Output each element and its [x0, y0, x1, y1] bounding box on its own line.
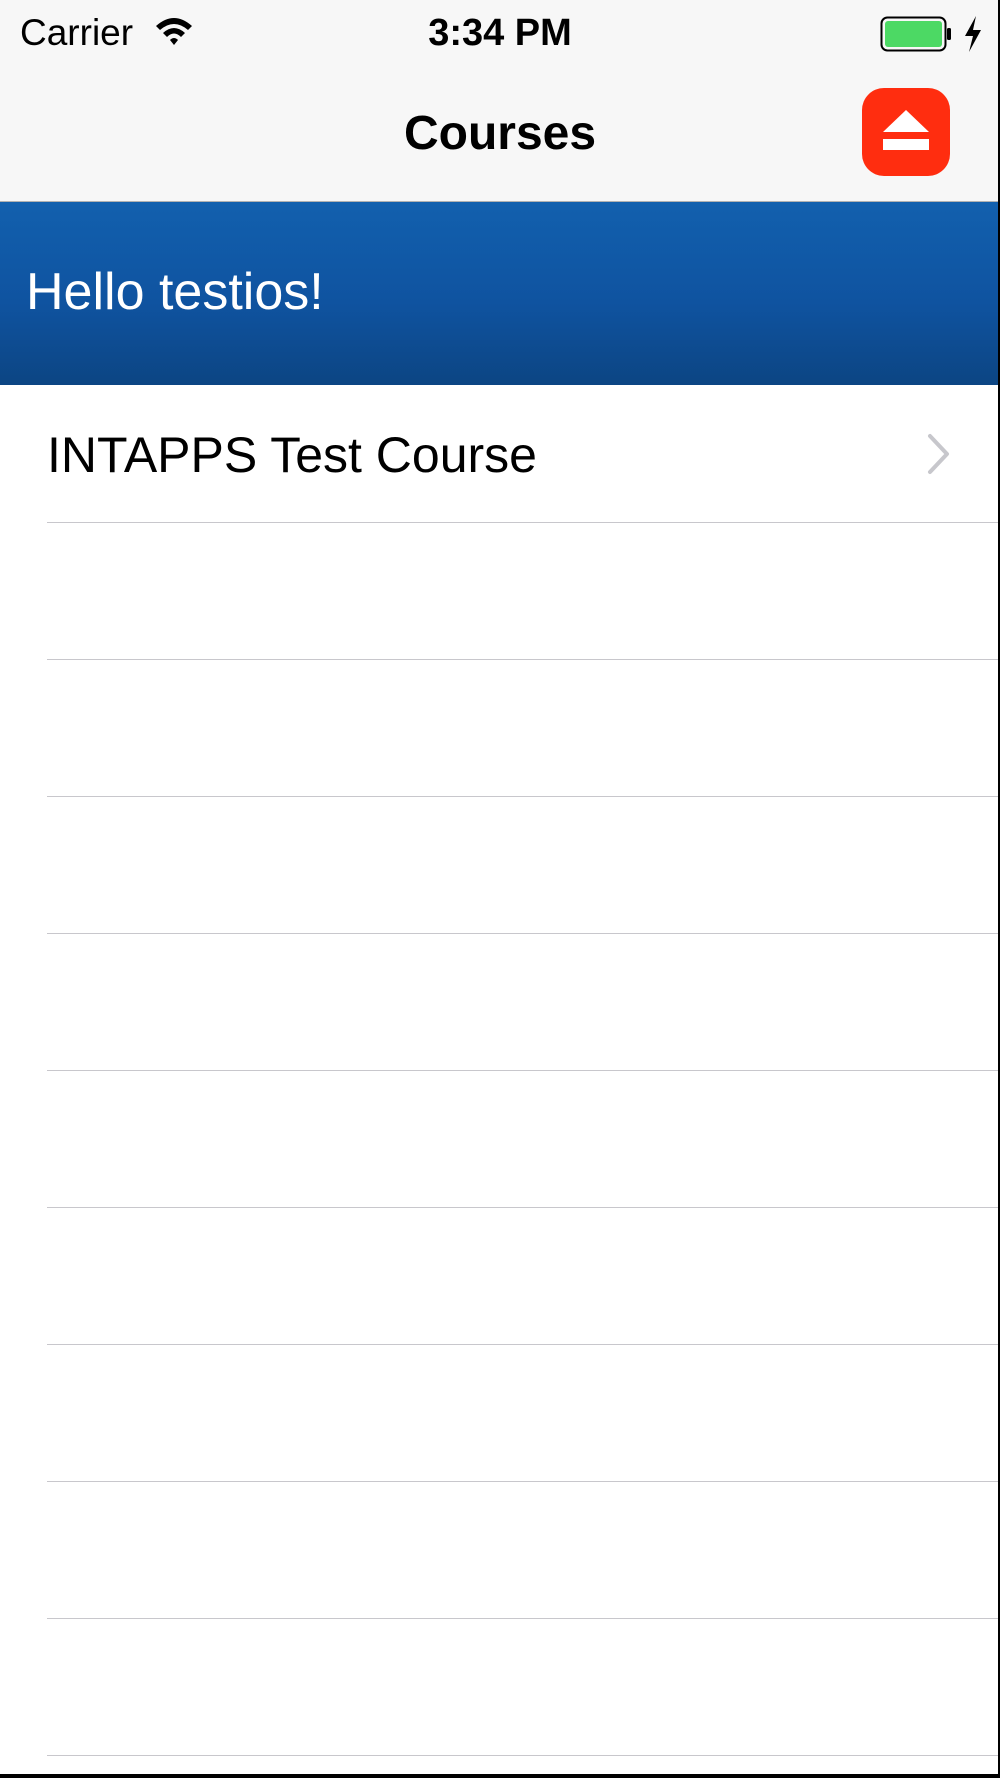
screen-edge	[0, 1774, 1000, 1778]
welcome-banner: Hello testios!	[0, 202, 1000, 385]
empty-row	[0, 1071, 1000, 1208]
eject-icon	[883, 110, 929, 150]
empty-row	[0, 523, 1000, 660]
empty-row	[0, 797, 1000, 934]
clock-label: 3:34 PM	[428, 12, 572, 54]
course-list: INTAPPS Test Course	[0, 386, 1000, 1756]
logout-button[interactable]	[862, 88, 950, 176]
empty-row	[0, 934, 1000, 1071]
empty-row	[0, 1345, 1000, 1482]
empty-row	[0, 1208, 1000, 1345]
greeting-text: Hello testios!	[26, 263, 324, 321]
course-title: INTAPPS Test Course	[47, 427, 537, 483]
battery-icon	[880, 16, 951, 52]
navigation-bar: Courses	[0, 70, 1000, 202]
empty-row	[0, 1482, 1000, 1619]
chevron-right-icon	[928, 434, 949, 474]
empty-row	[0, 660, 1000, 797]
bolt-icon	[965, 16, 981, 52]
page-title: Courses	[403, 107, 597, 160]
course-row[interactable]: INTAPPS Test Course	[0, 386, 1000, 523]
status-bar: Carrier 3:34 PM	[0, 0, 1000, 70]
row-separator	[47, 1755, 1000, 1756]
empty-row	[0, 1619, 1000, 1756]
courses-screen: Carrier 3:34 PM Courses Hello testios! I…	[0, 0, 1000, 1778]
